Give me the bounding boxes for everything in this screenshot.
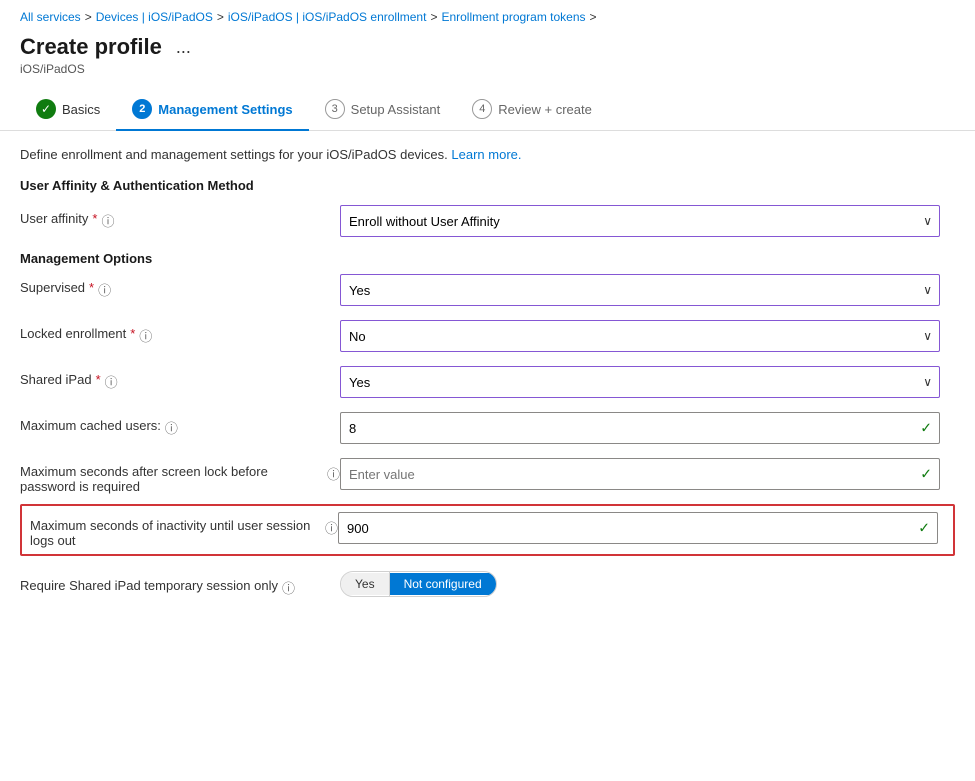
locked-enrollment-info-icon[interactable]: ⓘ (139, 326, 152, 345)
content-area: Define enrollment and management setting… (0, 131, 975, 628)
shared-ipad-row: Shared iPad * ⓘ Yes No ∨ (20, 366, 955, 402)
shared-ipad-info-icon[interactable]: ⓘ (105, 372, 118, 391)
check-icon: ✓ (920, 420, 932, 437)
breadcrumb: All services > Devices | iOS/iPadOS > iO… (0, 0, 975, 30)
supervised-row: Supervised * ⓘ Yes No ∨ (20, 274, 955, 310)
locked-enrollment-select[interactable]: No Yes (340, 320, 940, 352)
supervised-info-icon[interactable]: ⓘ (98, 280, 111, 299)
tab-circle-review: 4 (472, 99, 492, 119)
max-cached-users-label: Maximum cached users: ⓘ (20, 412, 340, 437)
locked-enrollment-row: Locked enrollment * ⓘ No Yes ∨ (20, 320, 955, 356)
tab-circle-setup: 3 (325, 99, 345, 119)
max-seconds-screen-lock-input-wrapper: ✓ (340, 458, 940, 490)
tab-label-setup: Setup Assistant (351, 102, 441, 117)
tab-check-basics: ✓ (36, 99, 56, 119)
max-seconds-inactivity-input[interactable] (338, 512, 938, 544)
max-cached-users-info-icon[interactable]: ⓘ (165, 418, 178, 437)
max-seconds-inactivity-control: ✓ (338, 512, 938, 544)
section2-title: Management Options (20, 251, 955, 266)
max-cached-users-input[interactable] (340, 412, 940, 444)
supervised-select[interactable]: Yes No (340, 274, 940, 306)
max-seconds-inactivity-highlighted-row: Maximum seconds of inactivity until user… (20, 504, 955, 556)
max-cached-users-row: Maximum cached users: ⓘ ✓ (20, 412, 955, 448)
require-shared-ipad-control: Yes Not configured (340, 571, 940, 597)
supervised-label: Supervised * ⓘ (20, 274, 340, 299)
max-seconds-inactivity-info-icon[interactable]: ⓘ (325, 518, 338, 537)
breadcrumb-all-services[interactable]: All services (20, 10, 81, 24)
user-affinity-row: User affinity * ⓘ Enroll without User Af… (20, 205, 955, 241)
locked-enrollment-control: No Yes ∨ (340, 320, 940, 352)
shared-ipad-control: Yes No ∨ (340, 366, 940, 398)
max-seconds-screen-lock-label: Maximum seconds after screen lock before… (20, 458, 340, 494)
required-marker: * (89, 280, 94, 295)
tab-review[interactable]: 4 Review + create (456, 91, 608, 131)
require-shared-ipad-row: Require Shared iPad temporary session on… (20, 566, 955, 602)
check-icon: ✓ (920, 466, 932, 483)
shared-ipad-label: Shared iPad * ⓘ (20, 366, 340, 391)
breadcrumb-devices[interactable]: Devices | iOS/iPadOS (96, 10, 213, 24)
tab-basics[interactable]: ✓ Basics (20, 91, 116, 131)
locked-enrollment-label: Locked enrollment * ⓘ (20, 320, 340, 345)
ellipsis-button[interactable]: ... (170, 35, 197, 60)
max-seconds-screen-lock-input[interactable] (340, 458, 940, 490)
required-marker: * (92, 211, 97, 226)
required-marker: * (130, 326, 135, 341)
max-seconds-inactivity-label: Maximum seconds of inactivity until user… (30, 512, 338, 548)
locked-enrollment-select-wrapper: No Yes ∨ (340, 320, 940, 352)
tab-label-basics: Basics (62, 102, 100, 117)
page-title: Create profile (20, 34, 162, 60)
shared-ipad-select[interactable]: Yes No (340, 366, 940, 398)
toggle-not-configured-button[interactable]: Not configured (390, 573, 496, 595)
max-cached-users-control: ✓ (340, 412, 940, 444)
toggle-group: Yes Not configured (340, 571, 497, 597)
description-text: Define enrollment and management setting… (20, 147, 955, 162)
page-header: Create profile ... (0, 30, 975, 62)
require-shared-ipad-label: Require Shared iPad temporary session on… (20, 572, 340, 597)
page-subtitle: iOS/iPadOS (0, 62, 975, 90)
required-marker: * (96, 372, 101, 387)
max-seconds-screen-lock-info-icon[interactable]: ⓘ (327, 464, 340, 483)
breadcrumb-tokens[interactable]: Enrollment program tokens (441, 10, 585, 24)
tab-label-review: Review + create (498, 102, 592, 117)
check-icon: ✓ (918, 520, 930, 537)
max-seconds-inactivity-input-wrapper: ✓ (338, 512, 938, 544)
tab-circle-management: 2 (132, 99, 152, 119)
require-shared-ipad-info-icon[interactable]: ⓘ (282, 578, 295, 597)
tab-label-management: Management Settings (158, 102, 292, 117)
tab-management[interactable]: 2 Management Settings (116, 91, 308, 131)
supervised-select-wrapper: Yes No ∨ (340, 274, 940, 306)
tabs-container: ✓ Basics 2 Management Settings 3 Setup A… (0, 90, 975, 131)
user-affinity-select[interactable]: Enroll without User Affinity Enroll with… (340, 205, 940, 237)
tab-setup[interactable]: 3 Setup Assistant (309, 91, 457, 131)
max-seconds-screen-lock-row: Maximum seconds after screen lock before… (20, 458, 955, 494)
max-cached-users-input-wrapper: ✓ (340, 412, 940, 444)
breadcrumb-enrollment[interactable]: iOS/iPadOS | iOS/iPadOS enrollment (228, 10, 427, 24)
learn-more-link[interactable]: Learn more. (451, 147, 521, 162)
user-affinity-select-wrapper: Enroll without User Affinity Enroll with… (340, 205, 940, 237)
shared-ipad-select-wrapper: Yes No ∨ (340, 366, 940, 398)
user-affinity-label: User affinity * ⓘ (20, 205, 340, 230)
toggle-yes-button[interactable]: Yes (341, 573, 389, 595)
section1-title: User Affinity & Authentication Method (20, 178, 955, 193)
max-seconds-screen-lock-control: ✓ (340, 458, 940, 490)
user-affinity-info-icon[interactable]: ⓘ (101, 211, 114, 230)
user-affinity-control: Enroll without User Affinity Enroll with… (340, 205, 940, 237)
supervised-control: Yes No ∨ (340, 274, 940, 306)
